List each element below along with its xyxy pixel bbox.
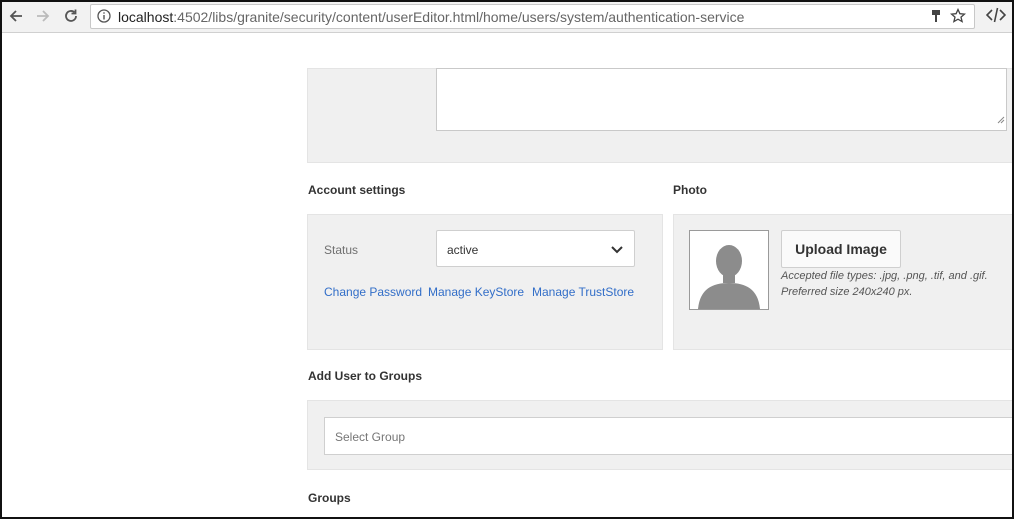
chevron-down-icon	[610, 242, 624, 260]
avatar-placeholder	[689, 230, 769, 310]
forward-arrow-icon[interactable]	[33, 6, 53, 26]
change-password-link[interactable]: Change Password	[324, 285, 422, 299]
address-bar[interactable]: localhost:4502/libs/granite/security/con…	[90, 4, 975, 29]
resize-handle-icon[interactable]	[996, 111, 1005, 129]
photo-hint-types: Accepted file types: .jpg, .png, .tif, a…	[781, 270, 988, 282]
info-icon[interactable]	[97, 9, 111, 28]
url-text: localhost:4502/libs/granite/security/con…	[118, 9, 744, 25]
select-group-input[interactable]: Select Group	[324, 417, 1014, 455]
photo-title: Photo	[673, 183, 707, 197]
user-editor-page: Account settings Status active Change Pa…	[0, 34, 1014, 519]
description-textarea[interactable]	[436, 68, 1007, 131]
key-icon[interactable]	[930, 9, 942, 28]
manage-truststore-link[interactable]: Manage TrustStore	[532, 285, 634, 299]
photo-hint-size: Preferred size 240x240 px.	[781, 286, 913, 298]
upload-image-button[interactable]: Upload Image	[781, 230, 901, 268]
reload-icon[interactable]	[61, 6, 81, 26]
url-host: localhost	[118, 9, 174, 25]
back-arrow-icon[interactable]	[6, 6, 26, 26]
url-path: :4502/libs/granite/security/content/user…	[173, 9, 745, 25]
star-icon[interactable]	[949, 7, 967, 29]
status-value: active	[447, 243, 479, 257]
status-select[interactable]: active	[436, 230, 635, 267]
manage-keystore-link[interactable]: Manage KeyStore	[428, 285, 524, 299]
status-label: Status	[324, 243, 359, 257]
devtools-icon[interactable]	[985, 6, 1007, 29]
add-groups-title: Add User to Groups	[308, 369, 423, 383]
select-group-placeholder: Select Group	[335, 430, 406, 444]
groups-title: Groups	[308, 491, 351, 505]
browser-toolbar: localhost:4502/libs/granite/security/con…	[0, 0, 1014, 33]
account-settings-title: Account settings	[308, 183, 406, 197]
user-silhouette-icon	[690, 231, 768, 309]
